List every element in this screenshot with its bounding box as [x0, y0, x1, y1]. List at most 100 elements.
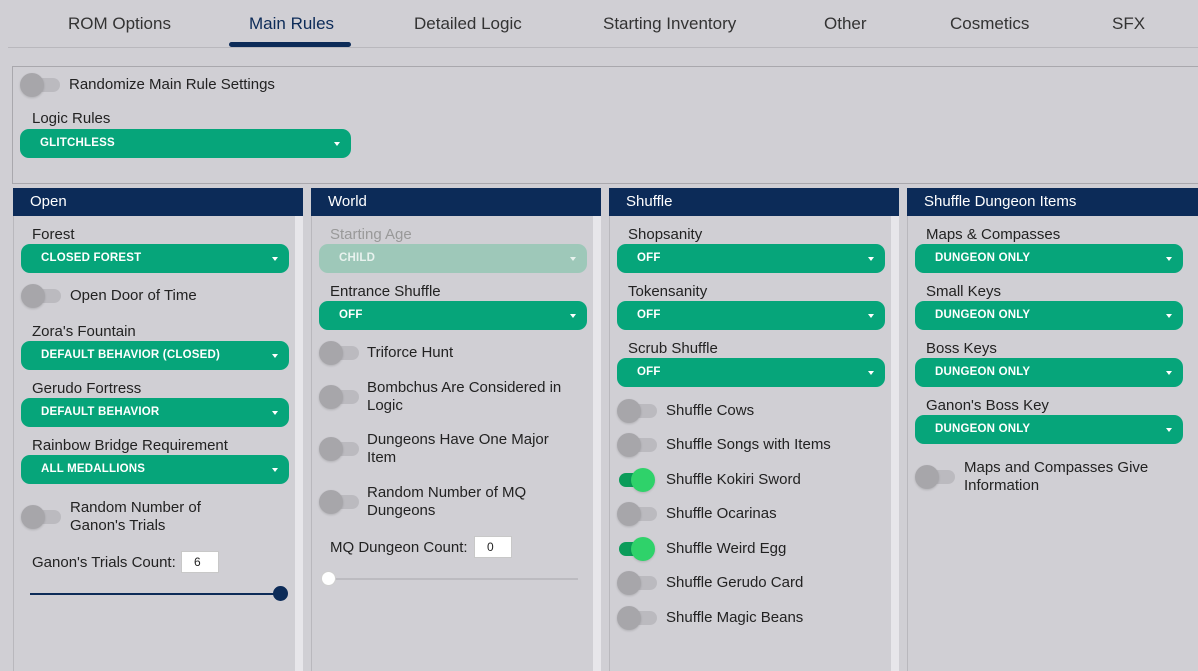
rainbow-bridge-label: Rainbow Bridge Requirement	[32, 437, 228, 454]
shuffle-ocarinas-label: Shuffle Ocarinas	[666, 505, 777, 522]
tab-cosmetics[interactable]: Cosmetics	[950, 14, 1029, 34]
random-trials-toggle[interactable]	[21, 505, 63, 529]
shuffle-gerudo-card-toggle[interactable]	[617, 571, 659, 595]
chevron-down-icon	[272, 354, 278, 358]
random-mq-toggle[interactable]	[319, 490, 361, 514]
tokensanity-label: Tokensanity	[628, 283, 708, 300]
tokensanity-value: OFF	[637, 309, 661, 321]
shuffle-kokiri-sword-toggle[interactable]	[613, 468, 655, 492]
chevron-down-icon	[570, 257, 576, 261]
gerudo-fortress-value: DEFAULT BEHAVIOR	[41, 406, 160, 418]
world-scrollbar[interactable]	[593, 216, 601, 671]
open-column: Open Forest CLOSED FOREST Open Door of T…	[13, 188, 303, 671]
trials-count-label: Ganon's Trials Count:	[32, 554, 176, 571]
shuffle-column: Shuffle Shopsanity OFF Tokensanity OFF S…	[609, 188, 899, 671]
shopsanity-select[interactable]: OFF	[617, 244, 885, 273]
triforce-hunt-label: Triforce Hunt	[367, 344, 454, 361]
maps-info-label: Maps and Compasses Give Information	[964, 459, 1149, 494]
scrub-shuffle-select[interactable]: OFF	[617, 358, 885, 387]
small-keys-value: DUNGEON ONLY	[935, 309, 1031, 321]
shuffle-ocarinas-toggle[interactable]	[617, 502, 659, 526]
tab-starting-inventory[interactable]: Starting Inventory	[603, 14, 736, 34]
starting-age-value: CHILD	[339, 252, 376, 264]
boss-keys-label: Boss Keys	[926, 340, 997, 357]
dungeon-items-header: Shuffle Dungeon Items	[907, 188, 1198, 216]
scrub-shuffle-label: Scrub Shuffle	[628, 340, 718, 357]
trials-slider-handle[interactable]	[273, 586, 288, 601]
tab-other[interactable]: Other	[824, 14, 867, 34]
dungeons-major-item-toggle[interactable]	[319, 437, 361, 461]
maps-compasses-select[interactable]: DUNGEON ONLY	[915, 244, 1183, 273]
chevron-down-icon	[1166, 257, 1172, 261]
tokensanity-select[interactable]: OFF	[617, 301, 885, 330]
trials-slider-track[interactable]	[30, 593, 280, 595]
chevron-down-icon	[272, 468, 278, 472]
dungeon-items-column: Shuffle Dungeon Items Maps & Compasses D…	[907, 188, 1198, 671]
boss-keys-select[interactable]: DUNGEON ONLY	[915, 358, 1183, 387]
shuffle-magic-beans-toggle[interactable]	[617, 606, 659, 630]
open-door-of-time-toggle[interactable]	[21, 284, 63, 308]
main-rules-top-panel: Randomize Main Rule Settings Logic Rules…	[12, 66, 1198, 184]
mq-slider-handle[interactable]	[321, 571, 336, 586]
shuffle-songs-toggle[interactable]	[617, 433, 659, 457]
rainbow-bridge-select[interactable]: ALL MEDALLIONS	[21, 455, 289, 484]
chevron-down-icon	[334, 142, 340, 146]
shuffle-magic-beans-label: Shuffle Magic Beans	[666, 609, 804, 626]
maps-compasses-value: DUNGEON ONLY	[935, 252, 1031, 264]
entrance-shuffle-value: OFF	[339, 309, 363, 321]
tab-main-rules[interactable]: Main Rules	[249, 14, 334, 34]
random-mq-label: Random Number of MQ Dungeons	[367, 484, 527, 519]
scrub-shuffle-value: OFF	[637, 366, 661, 378]
tab-detailed-logic[interactable]: Detailed Logic	[414, 14, 522, 34]
tab-rom-options[interactable]: ROM Options	[68, 14, 171, 34]
mq-count-input[interactable]: 0	[474, 536, 512, 558]
shuffle-gerudo-card-label: Shuffle Gerudo Card	[666, 574, 804, 591]
starting-age-select: CHILD	[319, 244, 587, 273]
chevron-down-icon	[1166, 428, 1172, 432]
shuffle-kokiri-sword-label: Shuffle Kokiri Sword	[666, 471, 801, 488]
shuffle-cows-toggle[interactable]	[617, 399, 659, 423]
tab-sfx[interactable]: SFX	[1112, 14, 1145, 34]
rainbow-bridge-value: ALL MEDALLIONS	[41, 463, 146, 475]
dungeons-major-item-label: Dungeons Have One Major Item	[367, 431, 549, 466]
shuffle-songs-label: Shuffle Songs with Items	[666, 436, 831, 453]
ganon-boss-key-select[interactable]: DUNGEON ONLY	[915, 415, 1183, 444]
forest-select[interactable]: CLOSED FOREST	[21, 244, 289, 273]
ganon-boss-key-label: Ganon's Boss Key	[926, 397, 1049, 414]
mq-slider-track[interactable]	[328, 578, 578, 580]
triforce-hunt-toggle[interactable]	[319, 341, 361, 365]
mq-count-label: MQ Dungeon Count:	[330, 539, 468, 556]
ganon-boss-key-value: DUNGEON ONLY	[935, 423, 1031, 435]
entrance-shuffle-select[interactable]: OFF	[319, 301, 587, 330]
open-scrollbar[interactable]	[295, 216, 303, 671]
chevron-down-icon	[868, 371, 874, 375]
forest-value: CLOSED FOREST	[41, 252, 142, 264]
open-header: Open	[13, 188, 303, 216]
trials-count-input[interactable]: 6	[181, 551, 219, 573]
shuffle-weird-egg-toggle[interactable]	[613, 537, 655, 561]
maps-compasses-label: Maps & Compasses	[926, 226, 1061, 243]
chevron-down-icon	[1166, 314, 1172, 318]
chevron-down-icon	[868, 314, 874, 318]
zora-fountain-select[interactable]: DEFAULT BEHAVIOR (CLOSED)	[21, 341, 289, 370]
randomize-main-rules-toggle[interactable]	[20, 73, 62, 97]
bombchus-logic-label: Bombchus Are Considered in Logic	[367, 379, 562, 414]
small-keys-select[interactable]: DUNGEON ONLY	[915, 301, 1183, 330]
zora-fountain-value: DEFAULT BEHAVIOR (CLOSED)	[41, 349, 220, 361]
logic-rules-select[interactable]: GLITCHLESS	[20, 129, 351, 158]
boss-keys-value: DUNGEON ONLY	[935, 366, 1031, 378]
chevron-down-icon	[1166, 371, 1172, 375]
shuffle-header: Shuffle	[609, 188, 899, 216]
bombchus-logic-toggle[interactable]	[319, 385, 361, 409]
small-keys-label: Small Keys	[926, 283, 1002, 300]
chevron-down-icon	[272, 411, 278, 415]
world-header: World	[311, 188, 601, 216]
gerudo-fortress-select[interactable]: DEFAULT BEHAVIOR	[21, 398, 289, 427]
zora-fountain-label: Zora's Fountain	[32, 323, 136, 340]
active-tab-indicator	[229, 42, 351, 47]
randomize-main-rules-label: Randomize Main Rule Settings	[69, 76, 275, 93]
open-door-of-time-label: Open Door of Time	[70, 287, 197, 304]
chevron-down-icon	[868, 257, 874, 261]
shuffle-scrollbar[interactable]	[891, 216, 899, 671]
maps-info-toggle[interactable]	[915, 465, 957, 489]
